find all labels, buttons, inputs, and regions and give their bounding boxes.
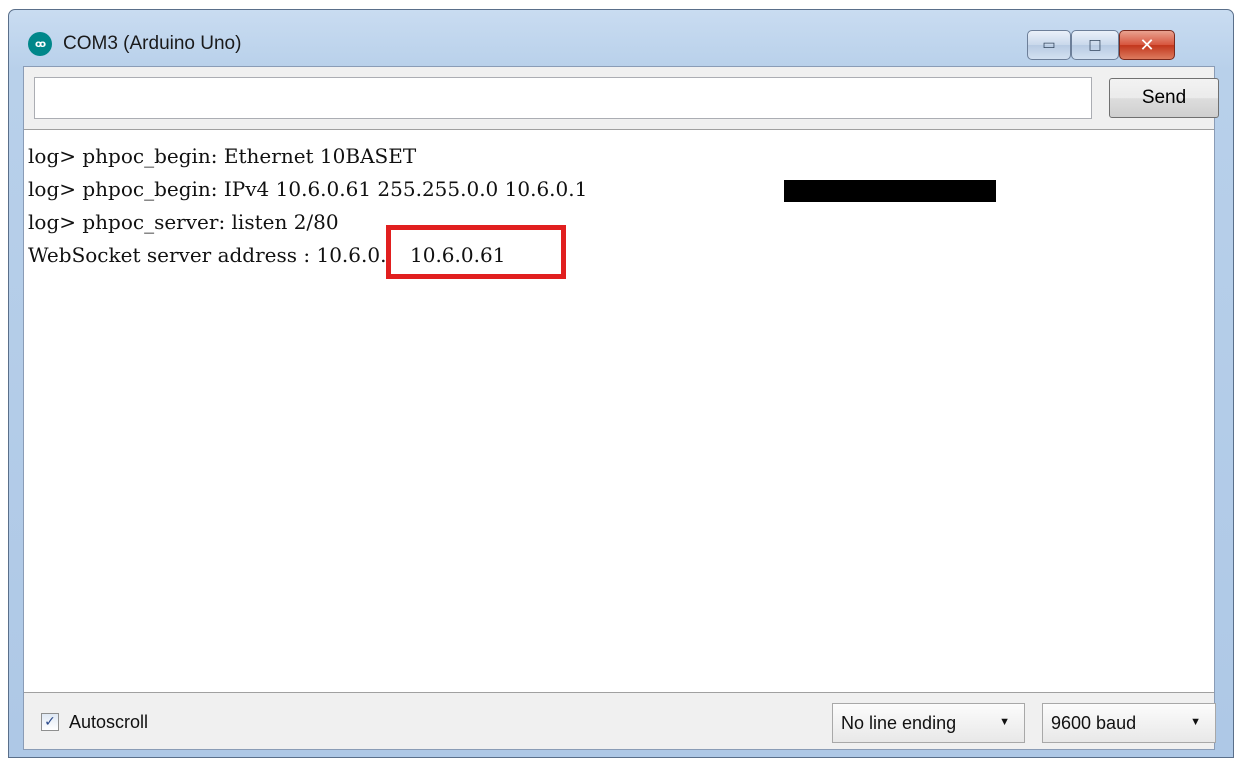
close-button[interactable]: ✕: [1119, 30, 1175, 60]
serial-monitor-window: ꝏ COM3 (Arduino Uno) ▭ □ ✕ Send log> php…: [8, 9, 1234, 758]
autoscroll-label[interactable]: Autoscroll: [69, 712, 148, 733]
chevron-down-icon: ▼: [1190, 716, 1201, 728]
line-ending-select[interactable]: No line ending ▼: [832, 703, 1025, 743]
autoscroll-checkbox[interactable]: ✓: [41, 713, 59, 731]
minimize-button[interactable]: ▭: [1027, 30, 1071, 60]
minimize-icon: ▭: [1042, 37, 1056, 53]
send-button[interactable]: Send: [1109, 78, 1219, 118]
output-line: log> phpoc_server: listen 2/80: [28, 210, 339, 234]
chevron-down-icon: ▼: [999, 716, 1010, 728]
title-bar[interactable]: ꝏ COM3 (Arduino Uno) ▭ □ ✕: [9, 10, 1233, 68]
redaction-bar: [784, 180, 996, 202]
highlighted-address: 10.6.0.61: [410, 243, 506, 267]
baud-rate-select[interactable]: 9600 baud ▼: [1042, 703, 1216, 743]
output-line: log> phpoc_begin: IPv4 10.6.0.61 255.255…: [28, 177, 588, 201]
maximize-icon: □: [1088, 37, 1102, 53]
send-row: Send: [34, 77, 1219, 119]
maximize-button[interactable]: □: [1071, 30, 1119, 60]
serial-input[interactable]: [34, 77, 1092, 119]
serial-output[interactable]: log> phpoc_begin: Ethernet 10BASET log> …: [24, 129, 1214, 693]
output-line: WebSocket server address : 10.6.0.61: [28, 243, 412, 267]
client-area: Send log> phpoc_begin: Ethernet 10BASET …: [23, 66, 1219, 751]
checkmark-icon: ✓: [44, 714, 56, 730]
baud-rate-value: 9600 baud: [1051, 713, 1137, 733]
status-bar: ✓ Autoscroll No line ending ▼ 9600 baud …: [24, 693, 1216, 751]
close-icon: ✕: [1139, 34, 1155, 56]
arduino-icon: ꝏ: [28, 32, 52, 56]
line-ending-value: No line ending: [841, 713, 957, 733]
window-title: COM3 (Arduino Uno): [63, 33, 242, 54]
output-line: log> phpoc_begin: Ethernet 10BASET: [28, 144, 417, 168]
